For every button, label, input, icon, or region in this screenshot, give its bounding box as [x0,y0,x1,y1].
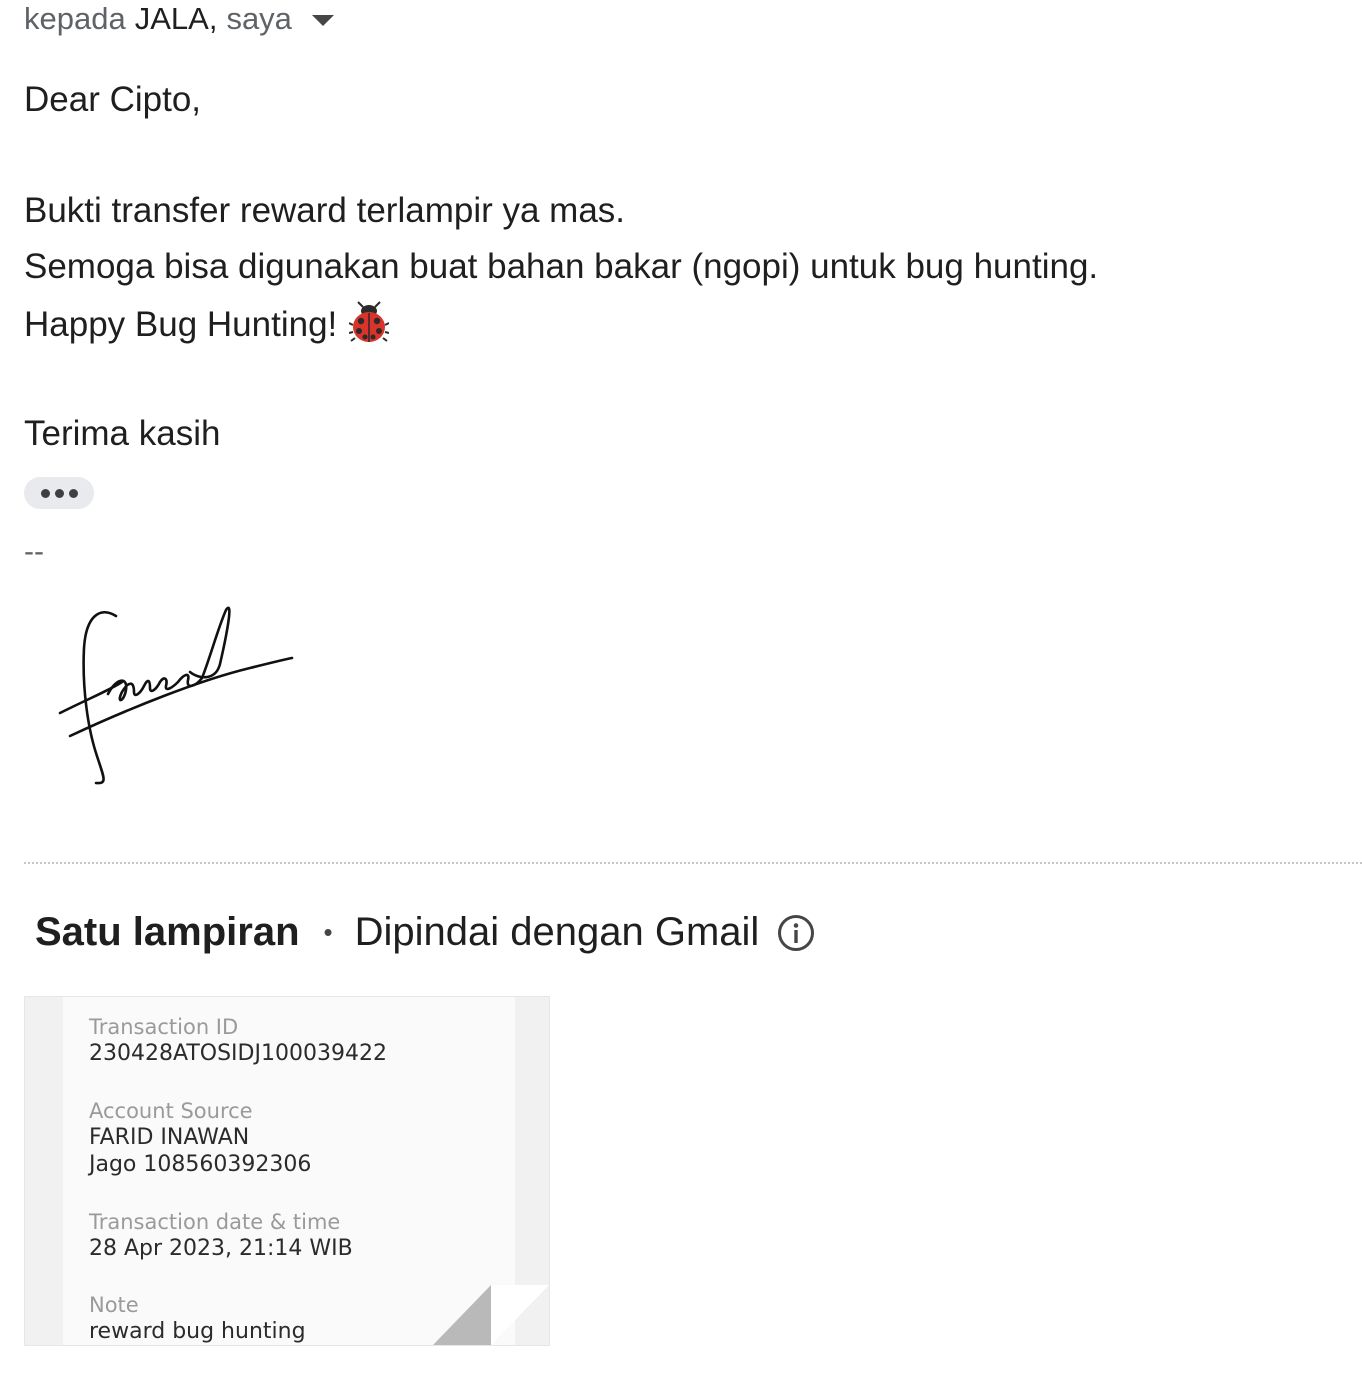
account-source-field: Account Source FARID INAWAN Jago 1085603… [89,1098,311,1178]
account-source-label: Account Source [89,1099,253,1123]
transaction-id-field: Transaction ID 230428ATOSIDJ100039422 [89,1014,387,1067]
attachments-count: Satu lampiran [35,910,300,954]
signature-separator: -- [24,535,44,568]
body-line-2: Semoga bisa digunakan buat bahan bakar (… [24,247,1099,286]
account-name-value: FARID INAWAN [89,1125,250,1150]
transaction-id-label: Transaction ID [89,1015,239,1039]
note-value: reward bug hunting [89,1319,306,1344]
more-horizontal-icon [40,488,50,498]
body-line-1: Bukti transfer reward terlampir ya mas. [24,191,626,230]
scanned-by-gmail-label: Dipindai dengan Gmail [354,910,760,954]
page-fold-icon [433,1285,549,1345]
more-dot [68,488,78,498]
transaction-id-value: 230428ATOSIDJ100039422 [89,1041,387,1066]
recipients-me: saya [226,1,292,36]
handwritten-signature [50,598,310,798]
attachments-header: Satu lampiran • Dipindai dengan Gmail [35,906,815,958]
body-line-3: Happy Bug Hunting! [24,301,390,354]
bullet-separator: • [323,917,333,947]
transaction-datetime-label: Transaction date & time [89,1210,341,1234]
recipients-line[interactable]: kepada JALA, saya [24,0,334,38]
recipients-prefix: kepada [24,1,126,36]
recipients-names: JALA, [134,1,218,36]
transaction-datetime-field: Transaction date & time 28 Apr 2023, 21:… [89,1209,353,1262]
body-line-3-text: Happy Bug Hunting! [24,305,338,344]
more-dot [54,488,64,498]
greeting-text: Dear Cipto, [24,80,202,119]
attachment-preview-card[interactable]: Transaction ID 230428ATOSIDJ100039422 Ac… [24,996,550,1346]
note-field: Note reward bug hunting [89,1292,306,1345]
attachments-divider [24,862,1362,864]
ladybug-icon [348,301,390,354]
account-number-value: Jago 108560392306 [89,1152,312,1177]
closing-text: Terima kasih [24,414,221,453]
transaction-datetime-value: 28 Apr 2023, 21:14 WIB [89,1236,353,1261]
caret-down-icon[interactable] [311,14,334,26]
info-icon[interactable] [777,913,815,951]
show-trimmed-content-button[interactable] [24,477,94,509]
note-label: Note [89,1293,139,1317]
